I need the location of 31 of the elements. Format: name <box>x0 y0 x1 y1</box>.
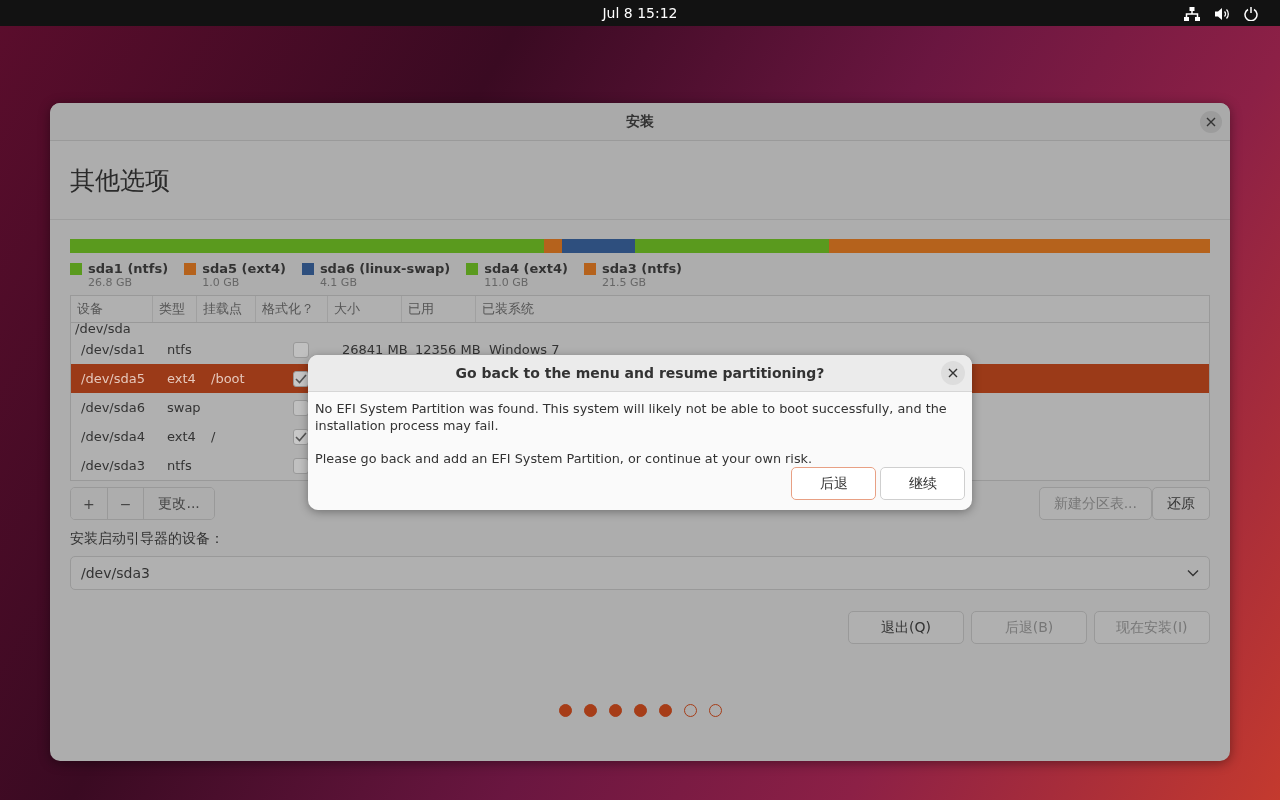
table-cell-text: /dev/sda1 <box>80 342 146 357</box>
legend-size: 21.5 GB <box>601 276 647 289</box>
table-cell: 26841 MB <box>342 342 408 357</box>
table-cell-text: ntfs <box>166 458 193 473</box>
legend-label: sda1 (ntfs) <box>88 261 169 276</box>
table-cell: / <box>211 429 216 444</box>
legend-label: sda5 (ext4) <box>202 261 286 276</box>
table-cell-text: swap <box>166 400 201 415</box>
legend-size: 11.0 GB <box>484 276 530 289</box>
dialog-title: Go back to the menu and resume partitioning? <box>455 365 825 381</box>
table-cell-text: ext4 <box>166 429 197 444</box>
legend-label: sda4 (ext4) <box>484 261 568 276</box>
legend-label: sda3 (ntfs) <box>601 261 683 276</box>
table-cell: 12356 MB <box>415 342 481 357</box>
legend-size: 1.0 GB <box>202 276 241 289</box>
table-cell-text: ntfs <box>166 342 193 357</box>
dialog-message: No EFI System Partition was found. This system will likely not be able to boot successfully, and the installation process may fail. <box>315 400 948 434</box>
legend-label: sda6 (linux-swap) <box>319 261 451 276</box>
table-cell: Windows 7 <box>489 342 560 357</box>
table-cell-text: /dev/sda3 <box>80 458 146 473</box>
table-cell-text: /dev/sda4 <box>80 429 146 444</box>
legend-size: 26.8 GB <box>88 276 134 289</box>
table-cell-text: /dev/sda5 <box>80 371 146 386</box>
table-cell-text: ext4 <box>166 371 197 386</box>
dialog-note: Please go back and add an EFI System Partition, or continue at your own risk. <box>315 450 814 467</box>
page-heading: 其他选项 <box>70 164 170 197</box>
legend-size: 4.1 GB <box>319 276 358 289</box>
table-cell: /boot <box>211 371 245 386</box>
boot-device-label: 安装启动引导器的设备： <box>70 530 225 548</box>
table-cell-text: /dev/sda6 <box>80 400 146 415</box>
window-title: 安装 <box>626 112 654 131</box>
